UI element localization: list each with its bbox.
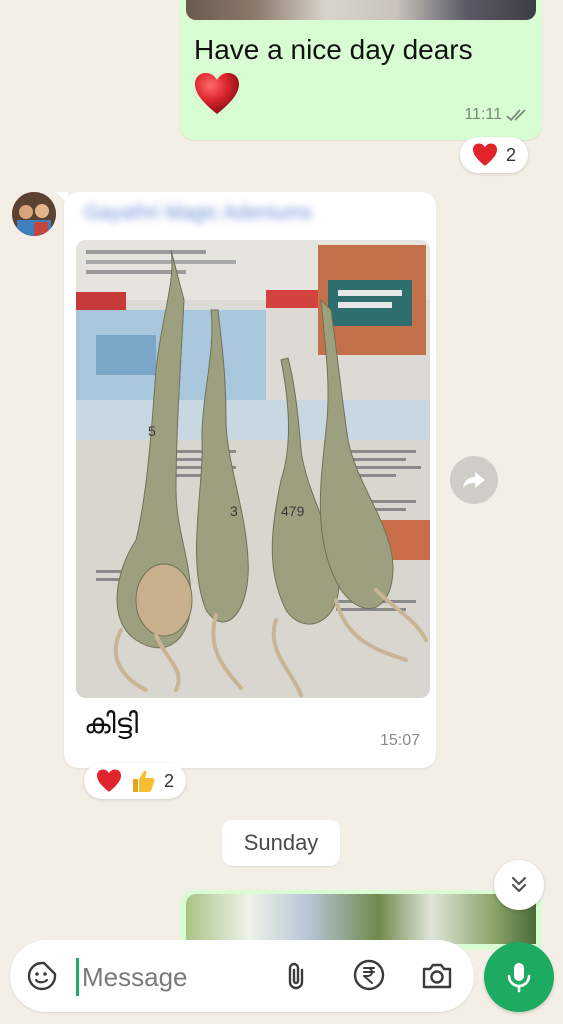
heart-icon (473, 143, 497, 166)
heart-icon (195, 73, 239, 114)
double-check-icon (506, 109, 526, 122)
rupee-icon[interactable] (352, 958, 386, 992)
message-input[interactable] (80, 956, 274, 998)
svg-text:3: 3 (230, 503, 238, 519)
camera-icon[interactable] (420, 960, 454, 992)
incoming-message-bubble[interactable]: Gayathri Magic Adeniums 5 3 479 കിട്ടി 1… (64, 192, 436, 768)
outgoing-reaction-pill[interactable]: 2 (460, 137, 529, 173)
next-image-preview[interactable] (186, 894, 536, 944)
svg-text:479: 479 (281, 503, 305, 519)
sender-avatar[interactable] (12, 192, 56, 236)
mic-icon (507, 963, 531, 993)
outgoing-image-preview[interactable] (186, 0, 536, 20)
text-cursor (76, 958, 79, 996)
avatar-photo (12, 192, 56, 236)
outgoing-message-bubble[interactable]: Have a nice day dears 11:11 (180, 0, 542, 140)
svg-text:5: 5 (148, 423, 156, 439)
reaction-count: 2 (164, 770, 175, 791)
outgoing-message-time: 11:11 (464, 106, 502, 123)
reaction-count: 2 (506, 144, 517, 165)
sticker-icon[interactable] (26, 960, 58, 992)
forward-icon (463, 472, 485, 488)
scroll-to-bottom-button[interactable] (494, 860, 544, 910)
outgoing-message-text: Have a nice day dears (194, 34, 473, 65)
forward-button[interactable] (450, 456, 498, 504)
date-divider: Sunday (222, 820, 340, 866)
incoming-reaction-pill[interactable]: 2 (84, 763, 187, 799)
mic-button[interactable] (484, 942, 554, 1012)
adenium-roots-photo[interactable]: 5 3 479 (76, 240, 430, 698)
image-caption: കിട്ടി (84, 708, 139, 739)
message-composer (10, 940, 474, 1012)
heart-icon (97, 769, 121, 792)
sender-name[interactable]: Gayathri Magic Adeniums (84, 202, 414, 228)
chevron-double-down-icon (511, 876, 527, 893)
incoming-message-time: 15:07 (379, 732, 420, 749)
paperclip-icon[interactable] (282, 960, 312, 992)
thumbs-up-icon (133, 770, 155, 792)
